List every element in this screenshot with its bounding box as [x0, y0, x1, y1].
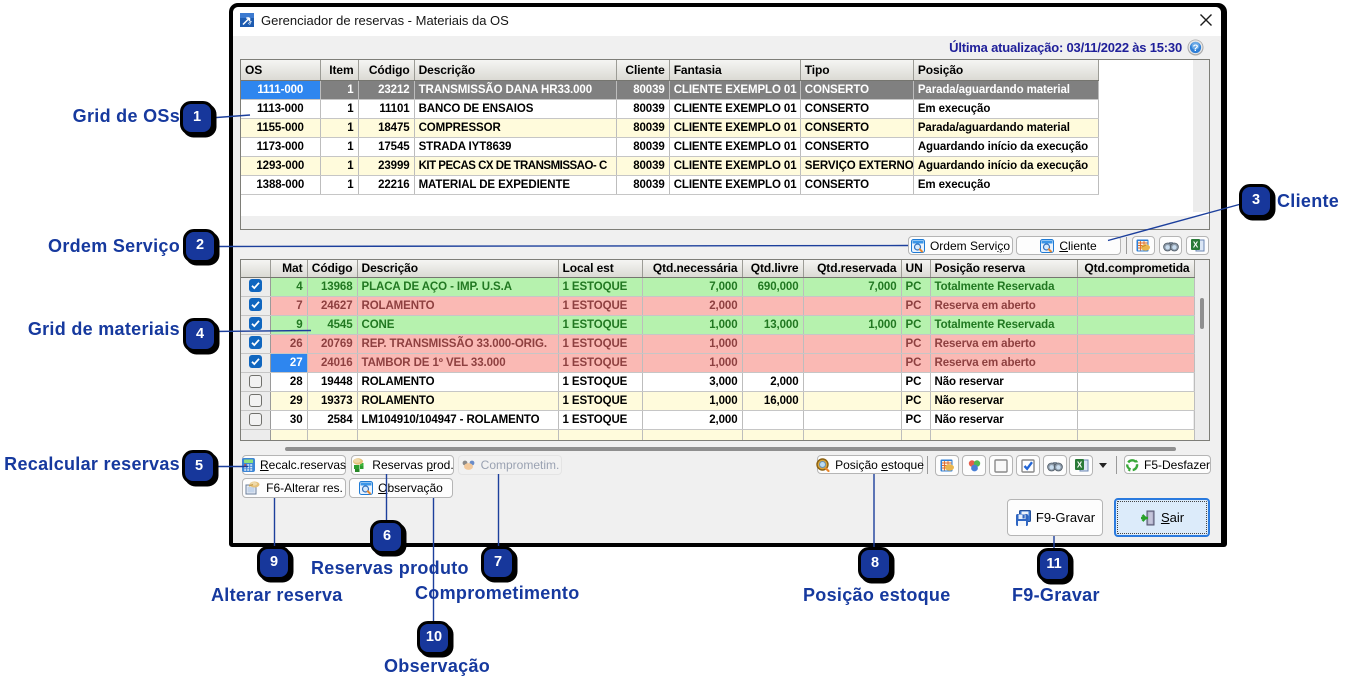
svg-text:X: X: [1193, 241, 1199, 250]
svg-text:?: ?: [1193, 43, 1199, 54]
svg-text:X: X: [1076, 461, 1082, 470]
